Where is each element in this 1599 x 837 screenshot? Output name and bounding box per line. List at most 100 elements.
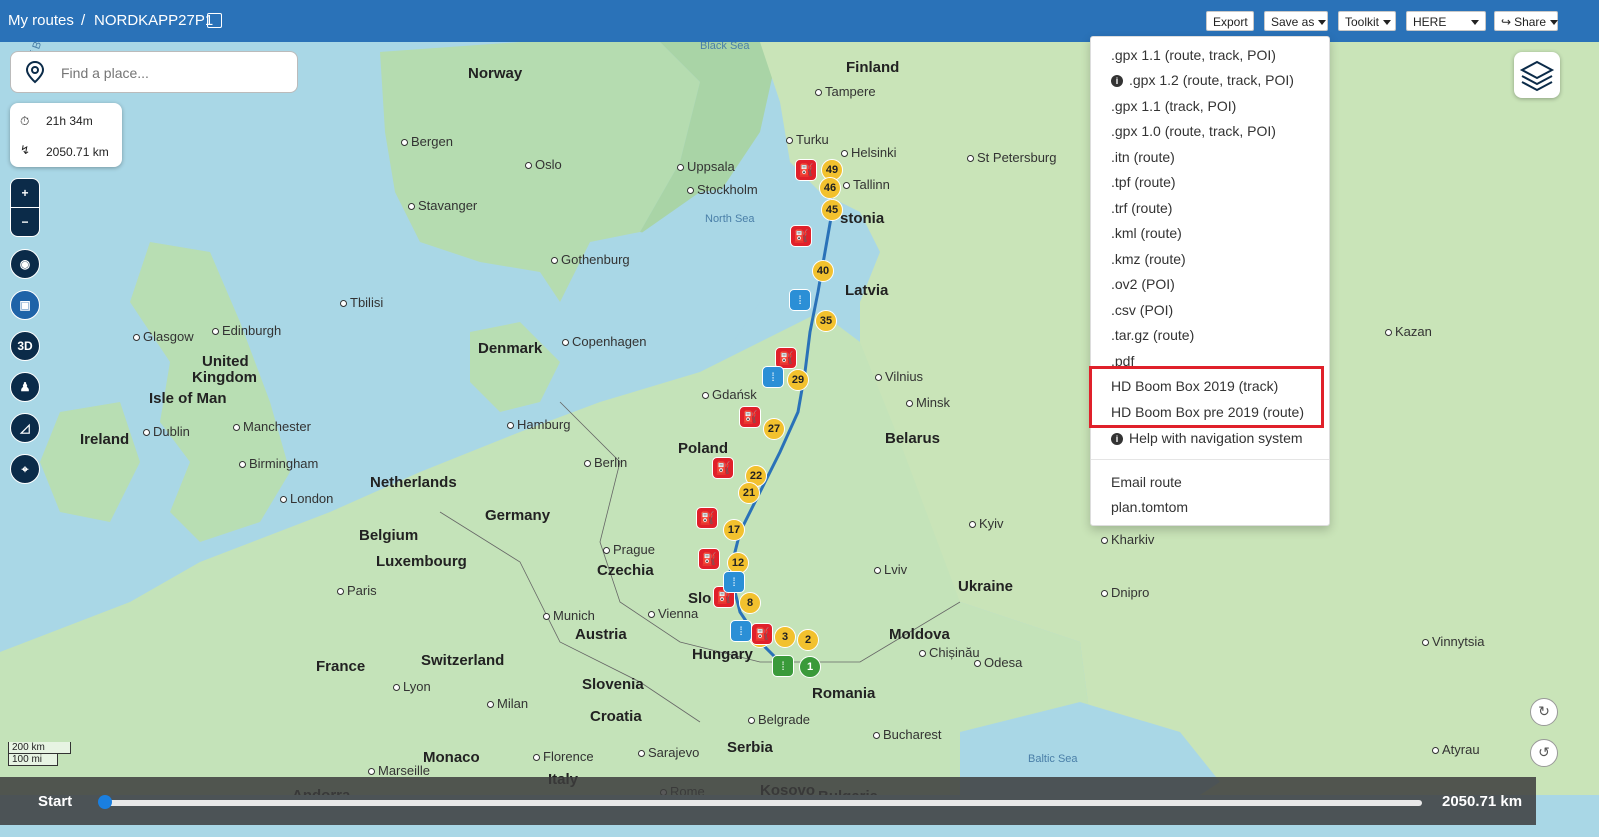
waypoint-marker[interactable]: 45	[821, 199, 843, 221]
export-option-label: .kmz (route)	[1111, 251, 1186, 267]
add-waypoint-icon[interactable]: ◉	[10, 249, 40, 279]
map-label: Slovenia	[582, 676, 644, 693]
waypoint-marker[interactable]: 29	[787, 369, 809, 391]
export-option-17[interactable]: plan.tomtom	[1111, 499, 1188, 515]
info-icon: i	[1111, 75, 1123, 88]
map-label: Kazan	[1385, 324, 1432, 339]
top-bar: My routes / NORDKAPP27P1 Export Save as …	[0, 0, 1599, 42]
waypoint-marker[interactable]: 8	[739, 592, 761, 614]
export-option-16[interactable]: Email route	[1111, 474, 1182, 490]
map-label: Lyon	[393, 679, 431, 694]
parking-icon[interactable]: ⁞	[730, 620, 752, 642]
map-label: United	[202, 353, 249, 370]
waypoint-marker[interactable]: 46	[819, 177, 841, 199]
locate-icon[interactable]: ⌖	[10, 454, 40, 484]
export-button[interactable]: Export	[1206, 11, 1254, 31]
map-label: London	[280, 491, 333, 506]
map-label: Odesa	[974, 655, 1022, 670]
fuel-station-icon[interactable]: ⛽	[790, 225, 812, 247]
waypoint-marker[interactable]: 2	[797, 629, 819, 651]
search-input[interactable]	[59, 62, 283, 84]
start-label: Start	[38, 793, 73, 810]
map-label: Austria	[575, 626, 627, 643]
export-option-6[interactable]: .trf (route)	[1111, 200, 1172, 216]
three-d-button[interactable]: 3D	[10, 331, 40, 361]
export-option-7[interactable]: .kml (route)	[1111, 225, 1182, 241]
waypoint-marker[interactable]: 1	[799, 656, 821, 678]
export-option-15[interactable]: i Help with navigation system	[1111, 430, 1303, 446]
progress-track[interactable]	[104, 800, 1422, 806]
map-label: Glasgow	[133, 329, 194, 344]
toolkit-button[interactable]: Toolkit	[1338, 11, 1396, 31]
fuel-station-icon[interactable]: ⛽	[795, 159, 817, 181]
route-name-title: NORDKAPP27P1	[94, 12, 214, 29]
fuel-station-icon[interactable]: ⛽	[696, 507, 718, 529]
parking-icon[interactable]: ⁞	[723, 571, 745, 593]
export-option-5[interactable]: .tpf (route)	[1111, 174, 1176, 190]
map-label: North Sea	[705, 213, 755, 225]
map-label: Stavanger	[408, 198, 477, 213]
map-view[interactable]: Norway Finland Denmark United Kingdom Isle of…	[0, 42, 1599, 795]
export-option-label: .ov2 (POI)	[1111, 276, 1175, 292]
map-label: Milan	[487, 696, 528, 711]
layers-button[interactable]	[1514, 52, 1560, 98]
export-option-label: .trf (route)	[1111, 200, 1173, 216]
export-option-10[interactable]: .csv (POI)	[1111, 302, 1173, 318]
export-option-1[interactable]: i .gpx 1.2 (route, track, POI)	[1111, 72, 1294, 88]
progress-slider-handle[interactable]	[98, 795, 112, 809]
export-option-11[interactable]: .tar.gz (route)	[1111, 327, 1194, 343]
waypoint-marker[interactable]: 35	[815, 310, 837, 332]
zoom-in-button[interactable]: +	[10, 178, 40, 208]
rotate-icon[interactable]: ↻	[1530, 698, 1558, 726]
fuel-station-icon[interactable]: ⛽	[751, 623, 773, 645]
export-option-0[interactable]: .gpx 1.1 (route, track, POI)	[1111, 47, 1276, 63]
export-option-3[interactable]: .gpx 1.0 (route, track, POI)	[1111, 123, 1276, 139]
street-view-icon[interactable]: ♟	[10, 372, 40, 402]
map-label: Monaco	[423, 749, 480, 766]
fuel-station-icon[interactable]: ⛽	[698, 548, 720, 570]
chevron-down-icon	[1550, 20, 1559, 26]
highlight-box	[1089, 366, 1324, 428]
breadcrumb-my-routes[interactable]: My routes	[8, 12, 74, 29]
map-label: Hamburg	[507, 417, 570, 432]
distance-value: 2050.71 km	[46, 145, 109, 159]
map-provider-select[interactable]: HERE	[1406, 11, 1486, 31]
parking-icon[interactable]: ⁞	[789, 289, 811, 311]
map-label: Belgrade	[748, 712, 810, 727]
map-label: Munich	[543, 608, 595, 623]
waypoint-marker[interactable]: 3	[774, 626, 796, 648]
waypoint-marker[interactable]: 27	[763, 418, 785, 440]
export-option-8[interactable]: .kmz (route)	[1111, 251, 1186, 267]
map-label: Gdańsk	[702, 387, 757, 402]
map-label: Helsinki	[841, 145, 897, 160]
export-option-9[interactable]: .ov2 (POI)	[1111, 276, 1175, 292]
map-label: Denmark	[478, 340, 543, 357]
map-label: Hungary	[692, 646, 753, 663]
parking-icon[interactable]: ⁞	[772, 655, 794, 677]
export-option-label: plan.tomtom	[1111, 499, 1189, 515]
map-provider-value: HERE	[1413, 15, 1447, 29]
chevron-down-icon	[1383, 20, 1392, 26]
layers-icon	[1519, 60, 1555, 92]
map-label: Ireland	[80, 431, 130, 448]
map-label: Norway	[468, 65, 523, 82]
reset-icon[interactable]: ↺	[1530, 739, 1558, 767]
waypoint-marker[interactable]: 17	[723, 519, 745, 541]
share-button[interactable]: ↪ Share	[1494, 11, 1559, 31]
map-label: Netherlands	[370, 474, 457, 491]
duration-value: 21h 34m	[46, 114, 93, 128]
fuel-station-icon[interactable]: ⛽	[739, 406, 761, 428]
map-label: Bucharest	[873, 727, 942, 742]
zoom-out-button[interactable]: −	[10, 207, 40, 237]
save-as-button[interactable]: Save as	[1264, 11, 1328, 31]
edit-icon[interactable]	[207, 13, 222, 28]
save-as-dropdown: .gpx 1.1 (route, track, POI) i .gpx 1.2 (r…	[1090, 36, 1330, 526]
parking-icon[interactable]: ⁞	[762, 366, 784, 388]
export-option-2[interactable]: .gpx 1.1 (track, POI)	[1111, 98, 1236, 114]
export-option-4[interactable]: .itn (route)	[1111, 149, 1175, 165]
elevation-chart-icon[interactable]: ◿	[10, 413, 40, 443]
lock-icon[interactable]: ▣	[10, 290, 40, 320]
waypoint-marker[interactable]: 21	[738, 482, 760, 504]
fuel-station-icon[interactable]: ⛽	[712, 457, 734, 479]
waypoint-marker[interactable]: 40	[812, 260, 834, 282]
